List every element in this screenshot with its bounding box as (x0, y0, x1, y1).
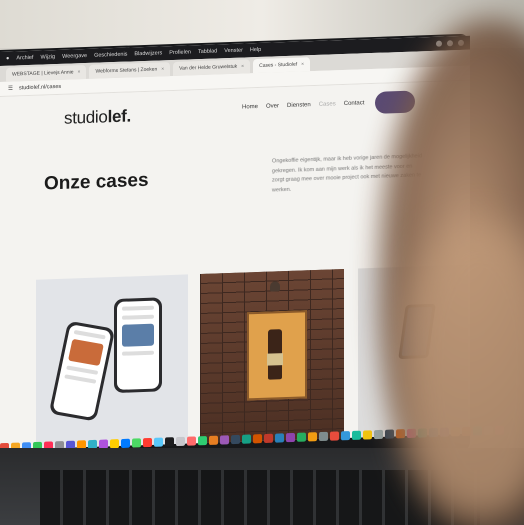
menu-item-geschiedenis[interactable]: Geschiedenis (94, 52, 127, 59)
dock-app-icon[interactable] (198, 435, 207, 445)
nav-over[interactable]: Over (266, 103, 279, 109)
nav-diensten[interactable]: Diensten (287, 102, 311, 109)
lamp-icon (270, 281, 280, 292)
dock-app-icon[interactable] (385, 428, 394, 439)
nav-contact[interactable]: Contact (344, 100, 365, 107)
bottle-label (267, 353, 283, 366)
sidebar-toggle-icon[interactable]: ☰ (8, 86, 13, 92)
site-nav: Home Over Diensten Cases Contact (242, 100, 364, 110)
menu-item-weergave[interactable]: Weergave (62, 53, 87, 60)
menu-item-venster[interactable]: Venster (224, 48, 243, 55)
phone-mockup (114, 297, 162, 394)
phone-mockup (48, 320, 116, 422)
nav-home[interactable]: Home (242, 104, 258, 111)
dock-app-icon[interactable] (220, 434, 229, 445)
page-title: Onze cases (44, 169, 149, 195)
dock-app-icon[interactable] (209, 435, 218, 445)
case-card-app[interactable] (36, 274, 188, 450)
menu-item-archief[interactable]: Archief (16, 55, 33, 62)
apple-icon[interactable]: ● (6, 56, 9, 62)
dock-app-icon[interactable] (110, 438, 119, 448)
keyboard (40, 470, 480, 525)
menu-item-profielen[interactable]: Profielen (169, 49, 191, 56)
site-logo[interactable]: studiolef. (64, 106, 131, 128)
browser-tab-active[interactable]: Cases - Studiolef × (253, 57, 311, 74)
dock-app-icon[interactable] (99, 438, 108, 449)
dock-app-icon[interactable] (165, 436, 174, 446)
browser-tab[interactable]: WEBSTAGE | Lievejs Annie × (6, 64, 87, 82)
dock-app-icon[interactable] (154, 437, 163, 447)
dock-app-icon[interactable] (319, 431, 328, 441)
dock-app-icon[interactable] (253, 433, 262, 443)
dock-app-icon[interactable] (132, 437, 141, 448)
close-icon[interactable]: × (161, 66, 164, 72)
dock-app-icon[interactable] (231, 434, 240, 444)
dock-app-icon[interactable] (297, 432, 306, 442)
dock-app-icon[interactable] (374, 429, 383, 439)
dock-app-icon[interactable] (264, 433, 273, 443)
menu-item-wijzig[interactable]: Wijzig (40, 54, 55, 61)
dock-app-icon[interactable] (176, 436, 185, 446)
dock-app-icon[interactable] (143, 437, 152, 447)
nav-cases[interactable]: Cases (319, 101, 336, 108)
close-icon[interactable]: × (241, 63, 244, 69)
dock-app-icon[interactable] (341, 430, 350, 440)
dock-app-icon[interactable] (275, 432, 284, 443)
close-icon[interactable]: × (301, 61, 304, 67)
dock-app-icon[interactable] (308, 431, 317, 441)
dock-app-icon[interactable] (286, 432, 295, 442)
url-text: studiolef.nl/cases (18, 83, 62, 92)
case-card-poster[interactable] (200, 268, 344, 450)
dock-app-icon[interactable] (363, 429, 372, 440)
menu-item-tabblad[interactable]: Tabblad (198, 48, 217, 55)
photo-scene: ● Archief Wijzig Weergave Geschiedenis B… (0, 0, 524, 525)
menu-item-help[interactable]: Help (250, 47, 261, 53)
dock-app-icon[interactable] (187, 435, 196, 446)
browser-tab[interactable]: Van der Helde Gruwelstuk × (173, 59, 251, 76)
dock-app-icon[interactable] (330, 430, 339, 441)
dock-app-icon[interactable] (121, 438, 130, 448)
browser-tab[interactable]: Webforms Stefans | Zoeken × (89, 62, 171, 79)
blurred-person-skin (400, 220, 524, 520)
dock-app-icon[interactable] (352, 430, 361, 440)
menu-item-bladwijzers[interactable]: Bladwijzers (134, 50, 162, 57)
dock-app-icon[interactable] (242, 433, 251, 444)
close-icon[interactable]: × (78, 69, 81, 75)
